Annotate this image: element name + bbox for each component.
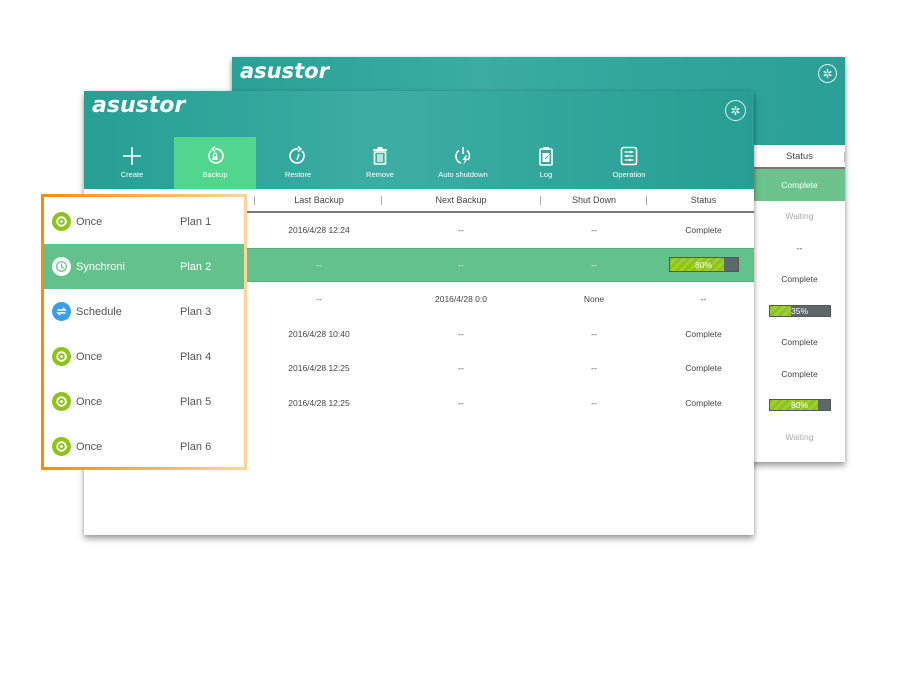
log-icon [536, 146, 556, 166]
cell-next: -- [458, 397, 464, 408]
progress-bar: 35% [768, 304, 831, 317]
column-header-status[interactable]: Status [646, 189, 761, 211]
cell-last: 2016/4/28 12:25 [288, 363, 350, 374]
restore-button[interactable]: Restore [257, 137, 339, 189]
trash-icon [370, 146, 390, 166]
remove-button[interactable]: Remove [339, 137, 421, 189]
once-icon [52, 212, 71, 231]
cell-last: 2016/4/28 10:40 [288, 328, 350, 339]
backup-icon [205, 146, 225, 166]
back-status-cell: -- [796, 242, 803, 253]
column-separator [844, 152, 845, 162]
cell-next: -- [458, 328, 464, 339]
operation-button[interactable]: Operation [588, 137, 670, 189]
cell-last: 2016/4/28 12:25 [288, 397, 350, 408]
column-header-shut-down[interactable]: Shut Down [540, 189, 648, 211]
back-status-cell: Waiting [785, 431, 814, 442]
back-status-cell: 35% [754, 295, 845, 327]
create-button[interactable]: Create [91, 137, 173, 189]
plan-name-label: Plan 5 [180, 395, 212, 408]
back-status-header: Status [754, 145, 845, 169]
window-header: asustor ✲ Create Backup Restore Remove A… [84, 91, 754, 189]
back-status-cell: Complete [781, 274, 818, 285]
plan-list-item[interactable]: Once Plan 4 [44, 334, 244, 379]
plan-list-item[interactable]: Once Plan 5 [44, 379, 244, 424]
cell-status: Complete [685, 225, 722, 236]
cell-next: 2016/4/28 0:0 [435, 294, 487, 305]
plan-name-label: Plan 3 [180, 305, 212, 318]
once-icon [52, 392, 71, 411]
plan-name-label: Plan 4 [180, 350, 212, 363]
progress-label: 80% [790, 400, 808, 411]
cell-shutdown: None [583, 294, 605, 305]
cell-last: -- [316, 259, 322, 270]
sync-clock-icon [52, 257, 71, 276]
asustor-logo: asustor [92, 93, 186, 118]
plan-list-item[interactable]: Schedule Plan 3 [44, 289, 244, 334]
restore-icon [288, 146, 308, 166]
cell-next: -- [458, 363, 464, 374]
toolbar: Create Backup Restore Remove Auto shutdo… [84, 137, 754, 189]
cell-status: Complete [685, 328, 722, 339]
auto-shutdown-icon [453, 146, 473, 166]
cell-status: Complete [685, 397, 722, 408]
operation-icon [619, 146, 639, 166]
once-icon [52, 437, 71, 456]
cell-shutdown: -- [591, 363, 597, 374]
back-status-cell: Complete [754, 169, 845, 201]
settings-gear-icon[interactable]: ✲ [818, 64, 837, 83]
cell-status: Complete [685, 363, 722, 374]
plan-list-item[interactable]: Synchroni Plan 2 [44, 244, 244, 289]
auto-shutdown-button[interactable]: Auto shutdown [422, 137, 504, 189]
cell-next: -- [458, 259, 464, 270]
plan-type-label: Once [76, 215, 103, 228]
plan-name-label: Plan 6 [180, 440, 212, 453]
back-status-cell: Complete [781, 368, 818, 379]
cell-status: 80% [646, 249, 761, 282]
cell-last: -- [316, 294, 322, 305]
back-status-cell: 80% [754, 390, 845, 422]
progress-bar: 80% [668, 257, 739, 273]
plan-type-label: Once [76, 395, 103, 408]
back-status-cell: Waiting [785, 211, 814, 222]
plus-icon [122, 146, 142, 166]
cell-shutdown: -- [591, 225, 597, 236]
settings-gear-icon[interactable]: ✲ [725, 100, 746, 121]
plan-list-item[interactable]: Once Plan 1 [44, 199, 244, 244]
log-button[interactable]: Log [505, 137, 587, 189]
once-icon [52, 347, 71, 366]
column-header-next-backup[interactable]: Next Backup [381, 189, 541, 211]
back-status-column: Status Complete Waiting -- Complete 35% Compl… [754, 145, 845, 453]
plan-type-label: Synchroni [76, 260, 125, 273]
plan-list-highlight: Once Plan 1 Synchroni Plan 2 Schedule Plan 3 O… [41, 194, 247, 470]
plan-name-label: Plan 2 [180, 260, 212, 273]
cell-shutdown: -- [591, 259, 597, 270]
plan-type-label: Once [76, 440, 103, 453]
plan-type-label: Once [76, 350, 103, 363]
cell-next: -- [458, 225, 464, 236]
progress-label: 80% [694, 259, 712, 270]
backup-button[interactable]: Backup [174, 137, 256, 189]
cell-shutdown: -- [591, 397, 597, 408]
cell-status: -- [700, 294, 707, 305]
back-status-cell: Complete [781, 337, 818, 348]
progress-label: 35% [790, 305, 808, 316]
plan-type-label: Schedule [76, 305, 122, 318]
plan-name-label: Plan 1 [180, 215, 212, 228]
schedule-icon [52, 302, 71, 321]
cell-shutdown: -- [591, 328, 597, 339]
column-header-last-backup[interactable]: Last Backup [254, 189, 384, 211]
progress-bar: 80% [768, 399, 831, 412]
asustor-logo: asustor [240, 59, 329, 83]
plan-list-item[interactable]: Once Plan 6 [44, 424, 244, 469]
cell-last: 2016/4/28 12:24 [288, 225, 350, 236]
